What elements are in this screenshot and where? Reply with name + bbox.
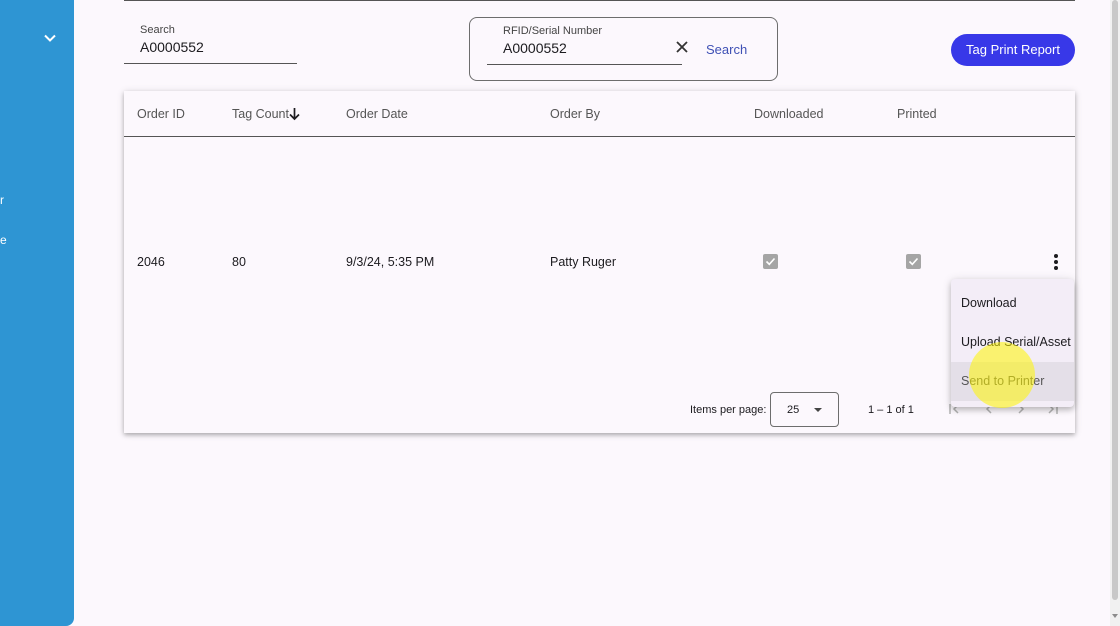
printed-checkbox [906, 254, 921, 269]
dropdown-caret-icon [814, 408, 822, 412]
menu-item-upload-serial-asset[interactable]: Upload Serial/Asset [951, 323, 1074, 362]
search-field[interactable]: Search A0000552 [124, 22, 297, 64]
sidebar: r e [0, 0, 74, 626]
cell-order-by: Patty Ruger [550, 255, 617, 269]
search-input[interactable]: A0000552 [140, 39, 204, 55]
column-header-downloaded[interactable]: Downloaded [754, 107, 824, 121]
scroll-down-arrow-icon[interactable] [1112, 614, 1118, 618]
items-per-page-label: Items per page: [690, 404, 767, 416]
column-header-tag-count[interactable]: Tag Count [232, 107, 289, 121]
checkmark-icon [908, 257, 919, 266]
chevron-down-icon[interactable] [42, 30, 58, 46]
items-per-page-value: 25 [787, 404, 800, 416]
more-vert-icon[interactable] [1041, 247, 1071, 277]
pagination-range: 1 – 1 of 1 [868, 404, 914, 416]
menu-item-download[interactable]: Download [951, 284, 1074, 323]
rfid-field[interactable]: RFID/Serial Number A0000552 [487, 23, 688, 65]
search-field-label: Search [140, 24, 175, 36]
scrollbar[interactable] [1110, 0, 1120, 626]
divider [124, 0, 1075, 1]
close-icon[interactable] [674, 39, 690, 55]
column-header-printed[interactable]: Printed [897, 107, 937, 121]
orders-table: Order ID Tag Count Order Date Order By D… [124, 91, 1075, 433]
rfid-search-panel: RFID/Serial Number A0000552 Search [469, 17, 778, 81]
row-actions-menu: Download Upload Serial/Asset Send to Pri… [951, 279, 1074, 407]
search-button[interactable]: Search [706, 42, 747, 57]
rfid-input[interactable]: A0000552 [503, 40, 567, 56]
downloaded-checkbox [763, 254, 778, 269]
items-per-page-select[interactable]: 25 [770, 392, 839, 427]
cell-tag-count: 80 [232, 255, 246, 269]
checkmark-icon [765, 257, 776, 266]
sidebar-item-label-cut[interactable]: r [0, 193, 4, 207]
column-header-order-id[interactable]: Order ID [137, 107, 185, 121]
cell-order-date: 9/3/24, 5:35 PM [346, 255, 435, 269]
scrollbar-thumb[interactable] [1112, 0, 1118, 600]
rfid-field-label: RFID/Serial Number [503, 25, 603, 37]
column-header-order-by[interactable]: Order By [550, 107, 600, 121]
arrow-down-icon[interactable] [288, 107, 301, 121]
table-header: Order ID Tag Count Order Date Order By D… [124, 91, 1075, 137]
sidebar-item-label-cut[interactable]: e [0, 233, 7, 247]
cell-order-id: 2046 [137, 255, 165, 269]
tag-print-report-button[interactable]: Tag Print Report [951, 34, 1075, 66]
column-header-order-date[interactable]: Order Date [346, 107, 408, 121]
menu-item-send-to-printer[interactable]: Send to Printer [951, 362, 1074, 401]
